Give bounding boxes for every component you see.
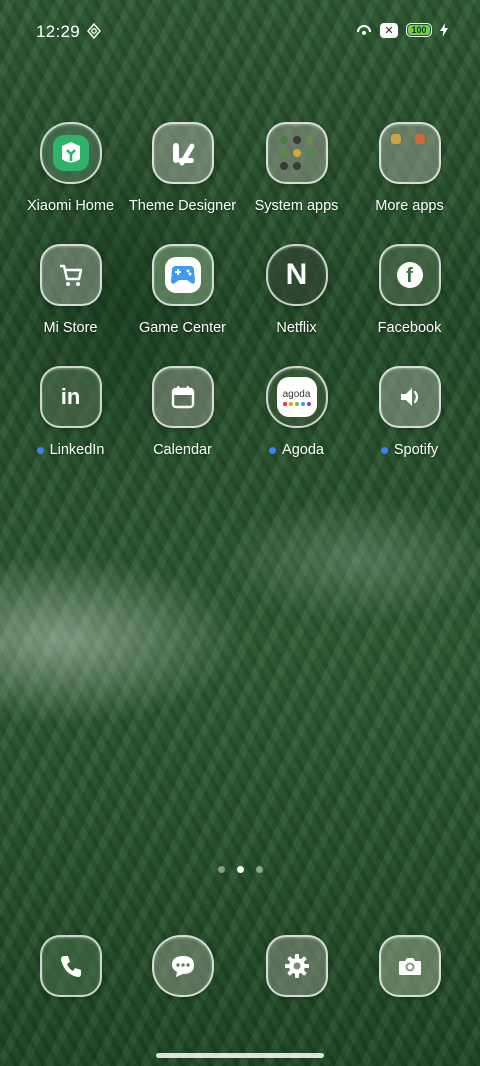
- notification-dot: [269, 446, 277, 454]
- hotspot-icon: [357, 25, 371, 35]
- notification-dot: [380, 446, 388, 454]
- charging-bolt-icon: [440, 23, 448, 37]
- cart-icon[interactable]: [39, 244, 102, 306]
- app-label: Xiaomi Home: [26, 198, 115, 214]
- app-label: Calendar: [153, 442, 212, 458]
- app-agoda[interactable]: agoda Agoda: [240, 366, 353, 458]
- page-dot-active[interactable]: [236, 866, 244, 873]
- folder-system-apps[interactable]: System apps: [240, 122, 353, 214]
- agoda-icon[interactable]: agoda: [265, 366, 328, 428]
- facebook-icon[interactable]: f: [378, 244, 441, 306]
- dock-messages[interactable]: [126, 935, 239, 997]
- page-dot[interactable]: [255, 866, 263, 873]
- battery-icon: 100: [406, 23, 432, 37]
- app-label: More apps: [375, 198, 444, 214]
- page-dot[interactable]: [217, 866, 225, 873]
- app-label: System apps: [254, 198, 339, 214]
- status-time: 12:29: [36, 22, 81, 41]
- app-xiaomi-home[interactable]: Xiaomi Home: [14, 122, 127, 214]
- app-label: Netflix: [276, 320, 317, 336]
- linkedin-letters: in: [60, 384, 81, 409]
- app-label: Facebook: [377, 320, 442, 336]
- dock-phone[interactable]: [14, 935, 127, 997]
- app-label: Agoda: [282, 442, 324, 458]
- theme-designer-icon[interactable]: [151, 122, 214, 184]
- app-netflix[interactable]: N Netflix: [240, 244, 353, 336]
- dock-settings[interactable]: [240, 935, 353, 997]
- app-theme-designer[interactable]: Theme Designer: [126, 122, 239, 214]
- battery-level: 100: [408, 25, 430, 35]
- app-label: Game Center: [138, 320, 227, 336]
- notification-dot: [36, 446, 44, 454]
- settings-gear-status-icon: [87, 23, 101, 39]
- netflix-letter: N: [285, 258, 308, 291]
- app-label: Mi Store: [43, 320, 98, 336]
- app-linkedin[interactable]: in LinkedIn: [14, 366, 127, 458]
- status-bar: 12:29 ✕ 100: [0, 0, 480, 62]
- app-game-center[interactable]: Game Center: [126, 244, 239, 336]
- app-label: Theme Designer: [128, 198, 237, 214]
- folder-icon[interactable]: [378, 122, 441, 184]
- dock-camera[interactable]: [353, 935, 466, 997]
- app-label: LinkedIn: [49, 442, 105, 458]
- x-badge-icon: ✕: [380, 22, 398, 38]
- folder-icon[interactable]: [265, 122, 328, 184]
- speaker-icon[interactable]: [378, 366, 441, 428]
- app-spotify[interactable]: Spotify: [353, 366, 466, 458]
- home-indicator-bar[interactable]: [156, 1053, 324, 1058]
- status-icons: ✕ 100: [356, 22, 448, 38]
- camera-icon[interactable]: [378, 935, 441, 997]
- app-mi-store[interactable]: Mi Store: [14, 244, 127, 336]
- app-facebook[interactable]: f Facebook: [353, 244, 466, 336]
- linkedin-icon[interactable]: in: [39, 366, 102, 428]
- xiaomi-home-icon[interactable]: [39, 122, 102, 184]
- phone-icon[interactable]: [39, 935, 102, 997]
- facebook-letter: f: [406, 264, 413, 287]
- app-label: Spotify: [393, 442, 439, 458]
- folder-more-apps[interactable]: More apps: [353, 122, 466, 214]
- chat-bubble-icon[interactable]: [151, 935, 214, 997]
- page-indicator[interactable]: [0, 866, 480, 873]
- agoda-logo-text: agoda: [282, 388, 311, 400]
- app-calendar[interactable]: Calendar: [126, 366, 239, 458]
- gamepad-icon[interactable]: [151, 244, 214, 306]
- netflix-icon[interactable]: N: [265, 244, 328, 306]
- calendar-icon[interactable]: [151, 366, 214, 428]
- gear-icon[interactable]: [265, 935, 328, 997]
